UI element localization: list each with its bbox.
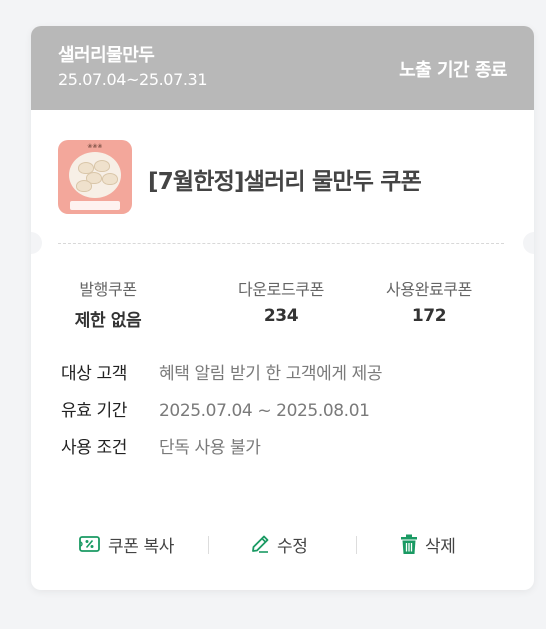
- stat-label: 사용완료쿠폰: [386, 280, 472, 299]
- trash-icon: [401, 534, 417, 554]
- coupon-name: [7월한정]샐러리 물만두 쿠폰: [148, 169, 422, 195]
- info-value: 2025.07.04 ~ 2025.08.01: [159, 401, 370, 421]
- coupon-brand-title: 샐러리물만두: [58, 45, 155, 66]
- copy-coupon-label: 쿠폰 복사: [108, 536, 174, 557]
- edit-coupon-button[interactable]: 수정: [249, 532, 308, 557]
- thumbnail-dumpling: [94, 160, 110, 172]
- info-key: 유효 기간: [61, 401, 127, 421]
- stat-value: 제한 없음: [74, 311, 142, 331]
- stat-issued: 발행쿠폰 제한 없음: [33, 276, 183, 331]
- action-separator: [208, 536, 209, 554]
- info-value: 혜택 알림 받기 한 고객에게 제공: [159, 364, 383, 384]
- ticket-divider: [58, 243, 504, 244]
- thumbnail-dumpling: [76, 180, 92, 192]
- stat-downloaded: 다운로드쿠폰 234: [206, 276, 356, 326]
- ticket-notch-right: [523, 232, 534, 254]
- info-row-validity: 유효 기간 2025.07.04 ~ 2025.08.01: [61, 396, 370, 421]
- edit-coupon-label: 수정: [277, 536, 308, 557]
- info-row-condition: 사용 조건 단독 사용 불가: [61, 433, 261, 458]
- ticket-notch-left: [31, 232, 42, 254]
- coupon-product-thumbnail: ❀❀❀: [58, 140, 132, 214]
- thumbnail-product-label: [70, 201, 120, 210]
- exposure-status-label: 노출 기간 종료: [399, 60, 507, 81]
- delete-coupon-label: 삭제: [425, 536, 456, 557]
- info-value: 단독 사용 불가: [159, 438, 261, 458]
- coupon-card-header: 샐러리물만두 25.07.04~25.07.31 노출 기간 종료: [31, 26, 534, 110]
- stat-value: 234: [263, 306, 299, 326]
- stat-value: 172: [411, 306, 447, 326]
- copy-coupon-button[interactable]: 쿠폰 복사: [78, 532, 174, 557]
- exposure-period: 25.07.04~25.07.31: [58, 70, 208, 89]
- stat-label: 다운로드쿠폰: [238, 280, 324, 299]
- delete-coupon-button[interactable]: 삭제: [399, 532, 456, 557]
- pencil-icon: [252, 535, 269, 553]
- coupon-card: 샐러리물만두 25.07.04~25.07.31 노출 기간 종료 ❀❀❀ [7…: [31, 26, 534, 590]
- stat-label: 발행쿠폰: [79, 280, 137, 299]
- info-row-target: 대상 고객 혜택 알림 받기 한 고객에게 제공: [61, 359, 383, 384]
- info-key: 대상 고객: [61, 364, 127, 384]
- thumbnail-logo-mark: ❀❀❀: [87, 143, 103, 150]
- info-key: 사용 조건: [61, 438, 127, 458]
- action-separator: [356, 536, 357, 554]
- coupon-actions-bar: 쿠폰 복사 수정 삭제: [31, 526, 534, 566]
- coupon-percent-icon: [79, 536, 100, 552]
- thumbnail-dumpling: [102, 173, 118, 185]
- stat-used: 사용완료쿠폰 172: [354, 276, 504, 326]
